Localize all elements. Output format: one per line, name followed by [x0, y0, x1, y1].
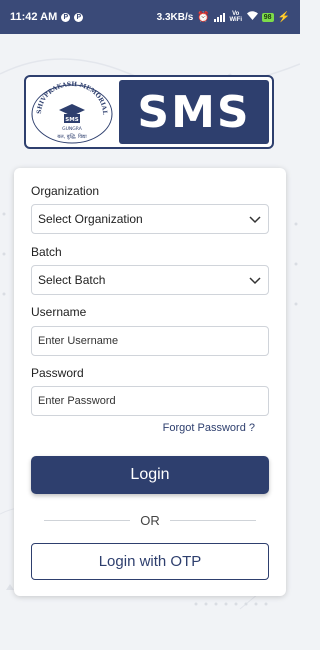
status-right: 3.3KB/s ⏰ Vo WiFi 98 ⚡ [157, 11, 290, 23]
signal-icon [213, 12, 225, 22]
network-speed: 3.3KB/s [156, 11, 194, 23]
or-text: OR [140, 512, 160, 528]
login-with-otp-button[interactable]: Login with OTP [31, 543, 269, 580]
notification-app-icon: P [74, 12, 84, 22]
organization-label: Organization [31, 184, 100, 198]
notification-app-icon: P [61, 12, 71, 22]
chevron-down-icon [249, 216, 261, 224]
password-input[interactable]: Enter Password [31, 386, 269, 416]
username-placeholder: Enter Username [38, 335, 119, 347]
charging-icon: ⚡ [277, 11, 290, 23]
divider-line [44, 519, 131, 521]
login-button[interactable]: Login [31, 456, 269, 494]
organization-select[interactable]: Select Organization [31, 204, 269, 234]
forgot-password-link[interactable]: Forgot Password ? [163, 422, 255, 434]
batch-select-value: Select Batch [38, 273, 106, 287]
status-time: 11:42 AM [10, 11, 58, 23]
organization-select-value: Select Organization [38, 212, 143, 226]
wifi-icon [246, 11, 258, 23]
username-input[interactable]: Enter Username [31, 326, 269, 356]
status-left: 11:42 AM P P [10, 11, 84, 23]
seal-center-text: SMS [65, 117, 78, 123]
status-bar: 11:42 AM P P 3.3KB/s ⏰ Vo WiFi 98 ⚡ [0, 0, 300, 34]
brand-text: SMS [119, 80, 269, 144]
school-seal: SHIVPRAKASH MEMORIAL SCHOOL SMS GUNGRA ब… [26, 75, 115, 144]
username-label: Username [31, 305, 87, 319]
password-placeholder: Enter Password [38, 395, 116, 407]
or-divider: OR [44, 512, 256, 528]
batch-select[interactable]: Select Batch [31, 265, 269, 295]
password-label: Password [31, 366, 84, 380]
chevron-down-icon [249, 277, 261, 285]
school-logo: SHIVPRAKASH MEMORIAL SCHOOL SMS GUNGRA ब… [24, 75, 274, 149]
seal-motto-text: बल, बुद्धि, विद्या [57, 133, 87, 140]
login-card: Organization Select Organization Batch S… [14, 168, 286, 596]
seal-place-text: GUNGRA [62, 126, 83, 132]
alarm-icon: ⏰ [197, 11, 210, 23]
batch-label: Batch [31, 245, 62, 259]
vowifi-label: Vo WiFi [229, 11, 243, 23]
battery-icon: 98 [261, 12, 274, 22]
divider-line [169, 519, 256, 521]
